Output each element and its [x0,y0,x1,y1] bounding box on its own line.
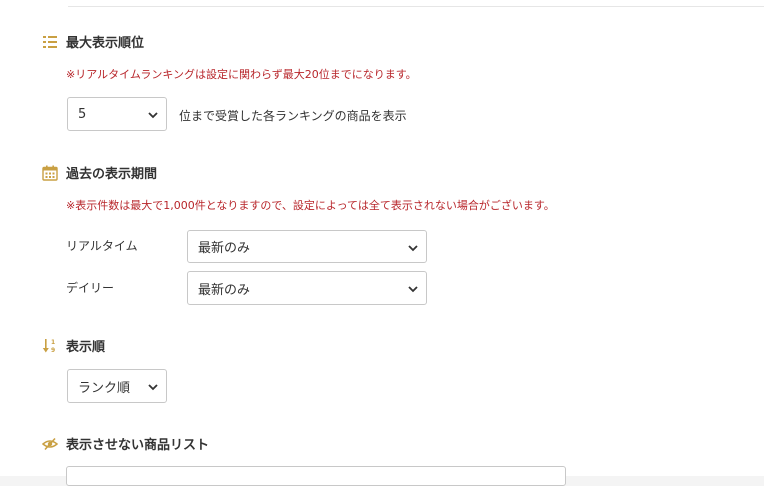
chevron-down-icon [408,242,418,252]
eye-slash-icon [41,436,59,452]
period-realtime-select[interactable]: 最新のみ [187,230,427,263]
section-period-title: 過去の表示期間 [42,163,157,182]
section-hidden-title: 表示させない商品リスト [41,434,210,453]
max-rank-suffix: 位まで受賞した各ランキングの商品を表示 [179,109,407,123]
period-note: ※表示件数は最大で1,000件となりますので、設定によっては全て表示されない場合… [66,199,555,212]
period-realtime-value: 最新のみ [198,241,251,256]
section-order-title: 1 9 表示順 [42,336,105,355]
max-rank-select-value: 5 [78,106,87,122]
section-hidden-label: 表示させない商品リスト [66,438,210,453]
period-daily-label: デイリー [66,281,115,295]
period-realtime-label: リアルタイム [66,239,138,253]
order-select[interactable]: ランク順 [67,369,167,403]
section-max-rank-label: 最大表示順位 [66,36,145,51]
chevron-down-icon [408,283,418,293]
calendar-icon [42,165,58,181]
max-rank-note: ※リアルタイムランキングは設定に関わらず最大20位までになります。 [66,68,417,81]
svg-text:9: 9 [51,347,55,354]
chevron-down-icon [148,381,158,391]
settings-panel: 最大表示順位 ※リアルタイムランキングは設定に関わらず最大20位までになります。… [0,0,764,486]
order-select-value: ランク順 [78,380,131,396]
period-daily-select[interactable]: 最新のみ [187,271,427,305]
hidden-products-list[interactable] [66,466,566,486]
max-rank-select[interactable]: 5 [67,97,167,131]
chevron-down-icon [148,109,158,119]
sort-icon: 1 9 [42,338,58,354]
period-daily-value: 最新のみ [198,282,251,298]
list-icon [42,34,58,50]
section-period-label: 過去の表示期間 [66,167,158,182]
svg-text:1: 1 [51,339,55,346]
section-order-label: 表示順 [66,340,106,355]
top-divider [68,0,764,7]
section-max-rank-title: 最大表示順位 [42,32,144,51]
